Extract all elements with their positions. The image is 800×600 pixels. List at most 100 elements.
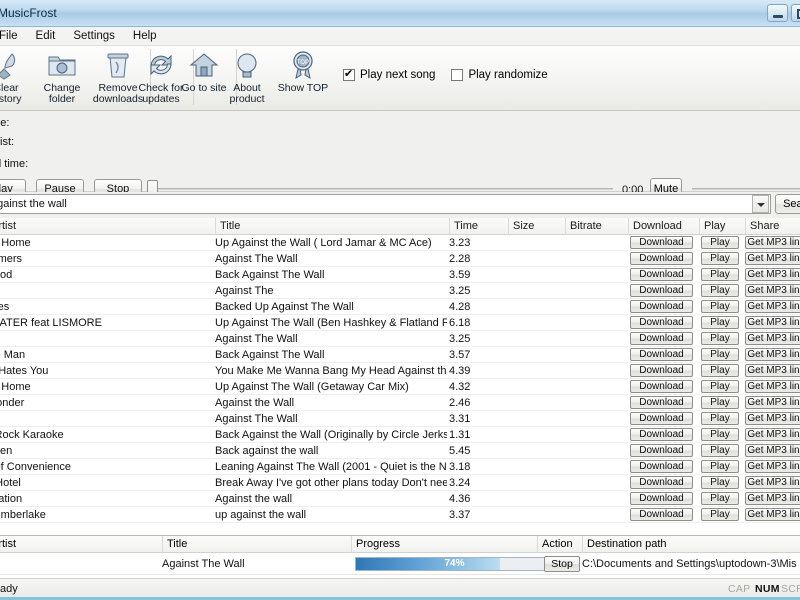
download-button[interactable]: Download <box>630 476 693 489</box>
menu-item-file[interactable]: File <box>0 28 27 44</box>
minimize-button[interactable] <box>767 4 788 22</box>
get-mp3-link-button[interactable]: Get MP3 link <box>745 332 800 345</box>
get-mp3-link-button[interactable]: Get MP3 link <box>745 284 800 297</box>
play-row-button[interactable]: Play <box>701 300 739 313</box>
table-row[interactable]: WonderAgainst the Wall2.46DownloadPlayGe… <box>0 395 800 411</box>
play-row-button[interactable]: Play <box>701 476 739 489</box>
play-row-button[interactable]: Play <box>701 460 739 473</box>
toolbar-button-about-product[interactable]: About product <box>219 46 275 107</box>
column-header-download[interactable]: Download <box>628 218 696 235</box>
table-row[interactable]: TymersAgainst The Wall2.28DownloadPlayGe… <box>0 251 800 267</box>
toolbar-button-clear-history[interactable]: Clear history <box>0 46 34 107</box>
play-row-button[interactable]: Play <box>701 236 739 249</box>
download-row[interactable]: noAgainst The Wall74%StopC:\Documents an… <box>0 553 800 575</box>
play-row-button[interactable]: Play <box>701 380 739 393</box>
downloads-column-header-artist[interactable]: Artist <box>0 536 161 553</box>
table-row[interactable]: o HotelBreak Away I've got other plans t… <box>0 475 800 491</box>
downloads-column-header-title[interactable]: Title <box>162 536 350 553</box>
download-button[interactable]: Download <box>630 428 693 441</box>
column-header-play[interactable]: Play <box>699 218 744 235</box>
download-button[interactable]: Download <box>630 396 693 409</box>
column-header-artist[interactable]: Artist <box>0 218 214 235</box>
table-row[interactable]: up HomeUp Against The Wall (Getaway Car … <box>0 379 800 395</box>
get-mp3-link-button[interactable]: Get MP3 link <box>745 268 800 281</box>
play-row-button[interactable]: Play <box>701 364 739 377</box>
toolbar-button-change-folder[interactable]: Change folder <box>34 46 90 107</box>
play-row-button[interactable]: Play <box>701 252 739 265</box>
column-header-bitrate[interactable]: Bitrate <box>565 218 627 235</box>
play-row-button[interactable]: Play <box>701 348 739 361</box>
downloads-column-header-action[interactable]: Action <box>537 536 581 553</box>
column-header-time[interactable]: Time <box>449 218 507 235</box>
table-row[interactable]: Against The Wall3.25DownloadPlayGet MP3 … <box>0 331 800 347</box>
column-header-share[interactable]: Share <box>745 218 800 235</box>
column-header-size[interactable]: Size <box>508 218 564 235</box>
table-row[interactable]: weenBack against the wall5.45DownloadPla… <box>0 443 800 459</box>
get-mp3-link-button[interactable]: Get MP3 link <box>745 380 800 393</box>
table-row[interactable]: SLATER feat LISMOREUp Against The Wall (… <box>0 315 800 331</box>
download-button[interactable]: Download <box>630 268 693 281</box>
download-button[interactable]: Download <box>630 252 693 265</box>
table-row[interactable]: ndationAgainst the wall4.36DownloadPlayG… <box>0 491 800 507</box>
play-row-button[interactable]: Play <box>701 428 739 441</box>
downloads-column-header-progress[interactable]: Progress <box>351 536 536 553</box>
table-row[interactable]: Against The Wall3.31DownloadPlayGet MP3 … <box>0 411 800 427</box>
get-mp3-link-button[interactable]: Get MP3 link <box>745 300 800 313</box>
table-row[interactable]: ecesBacked Up Against The Wall4.28Downlo… <box>0 299 800 315</box>
table-row[interactable]: up HomeUp Against the Wall ( Lord Jamar … <box>0 235 800 251</box>
play-row-button[interactable]: Play <box>701 412 739 425</box>
download-button[interactable]: Download <box>630 460 693 473</box>
get-mp3-link-button[interactable]: Get MP3 link <box>745 428 800 441</box>
download-button[interactable]: Download <box>630 300 693 313</box>
play-row-button[interactable]: Play <box>701 508 739 521</box>
play-row-button[interactable]: Play <box>701 396 739 409</box>
table-row[interactable]: noAgainst The3.25DownloadPlayGet MP3 lin… <box>0 283 800 299</box>
menu-item-settings[interactable]: Settings <box>64 28 124 44</box>
play-row-button[interactable]: Play <box>701 284 739 297</box>
get-mp3-link-button[interactable]: Get MP3 link <box>745 444 800 457</box>
search-combobox[interactable]: against the wall <box>0 194 771 214</box>
download-stop-button[interactable]: Stop <box>544 556 580 572</box>
search-button[interactable]: Search <box>775 194 800 214</box>
table-row[interactable]: k Rock KaraokeBack Against the Wall (Ori… <box>0 427 800 443</box>
download-button[interactable]: Download <box>630 364 693 377</box>
toolbar-button-show-top[interactable]: TOP Show TOP <box>275 46 331 107</box>
table-row[interactable]: nie ManBack Against The Wall3.57Download… <box>0 347 800 363</box>
chevron-down-icon[interactable] <box>752 195 769 213</box>
get-mp3-link-button[interactable]: Get MP3 link <box>745 476 800 489</box>
play-row-button[interactable]: Play <box>701 332 739 345</box>
play-row-button[interactable]: Play <box>701 444 739 457</box>
download-button[interactable]: Download <box>630 380 693 393</box>
table-row[interactable]: ta Hates YouYou Make Me Wanna Bang My He… <box>0 363 800 379</box>
column-header-title[interactable]: Title <box>215 218 447 235</box>
search-input[interactable]: against the wall <box>0 198 752 210</box>
download-button[interactable]: Download <box>630 348 693 361</box>
maximize-button[interactable] <box>791 4 800 22</box>
checkbox-play-next-song[interactable] <box>343 69 355 81</box>
download-button[interactable]: Download <box>630 508 693 521</box>
table-row[interactable]: s of ConvenienceLeaning Against The Wall… <box>0 459 800 475</box>
download-button[interactable]: Download <box>630 412 693 425</box>
menu-item-edit[interactable]: Edit <box>27 28 65 44</box>
download-button[interactable]: Download <box>630 236 693 249</box>
get-mp3-link-button[interactable]: Get MP3 link <box>745 460 800 473</box>
get-mp3-link-button[interactable]: Get MP3 link <box>745 508 800 521</box>
play-row-button[interactable]: Play <box>701 268 739 281</box>
get-mp3-link-button[interactable]: Get MP3 link <box>745 348 800 361</box>
get-mp3-link-button[interactable]: Get MP3 link <box>745 412 800 425</box>
download-button[interactable]: Download <box>630 332 693 345</box>
checkbox-play-randomize[interactable] <box>451 69 463 81</box>
get-mp3-link-button[interactable]: Get MP3 link <box>745 364 800 377</box>
download-button[interactable]: Download <box>630 284 693 297</box>
downloads-column-header-destination[interactable]: Destination path <box>582 536 800 553</box>
table-row[interactable]: n timberlakeup against the wall3.37Downl… <box>0 507 800 523</box>
download-button[interactable]: Download <box>630 316 693 329</box>
play-row-button[interactable]: Play <box>701 492 739 505</box>
get-mp3-link-button[interactable]: Get MP3 link <box>745 316 800 329</box>
download-button[interactable]: Download <box>630 492 693 505</box>
get-mp3-link-button[interactable]: Get MP3 link <box>745 252 800 265</box>
table-row[interactable]: HoodBack Against The Wall3.59DownloadPla… <box>0 267 800 283</box>
get-mp3-link-button[interactable]: Get MP3 link <box>745 236 800 249</box>
menu-item-help[interactable]: Help <box>124 28 166 44</box>
get-mp3-link-button[interactable]: Get MP3 link <box>745 396 800 409</box>
